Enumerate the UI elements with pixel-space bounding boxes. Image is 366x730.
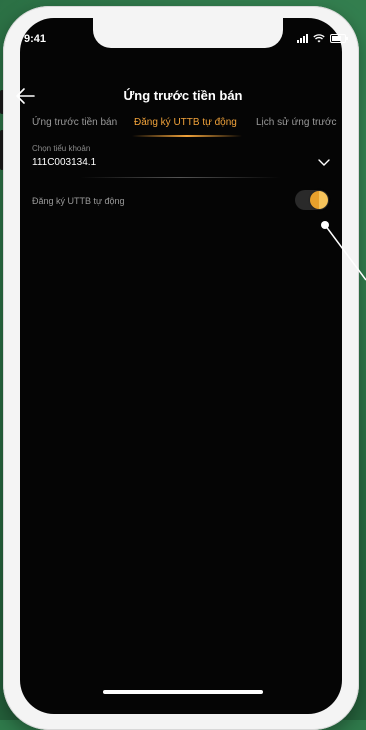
chevron-down-icon[interactable] (318, 157, 330, 167)
notch (93, 18, 283, 48)
account-label: Chọn tiểu khoản (32, 144, 91, 153)
auto-register-toggle[interactable] (295, 190, 329, 210)
signal-icon (297, 34, 308, 43)
battery-icon (330, 34, 348, 43)
auto-register-label: Đăng ký UTTB tự động (32, 196, 125, 206)
active-tab-indicator (132, 135, 242, 137)
tab-auto-register[interactable]: Đăng ký UTTB tự động (134, 117, 237, 128)
home-indicator (103, 690, 263, 694)
tab-history[interactable]: Lịch sử ứng trước (256, 117, 337, 128)
status-icons (297, 34, 348, 43)
wifi-icon (313, 34, 325, 43)
account-select[interactable]: 111C003134.1 (32, 157, 96, 168)
tab-advance-sale[interactable]: Ứng trước tiền bán (32, 117, 117, 128)
page-title: Ứng trước tiền bán (123, 88, 243, 103)
header: Ứng trước tiền bán (0, 86, 366, 108)
divider (80, 177, 280, 178)
toggle-knob (310, 191, 328, 209)
status-time: 9:41 (24, 33, 47, 45)
